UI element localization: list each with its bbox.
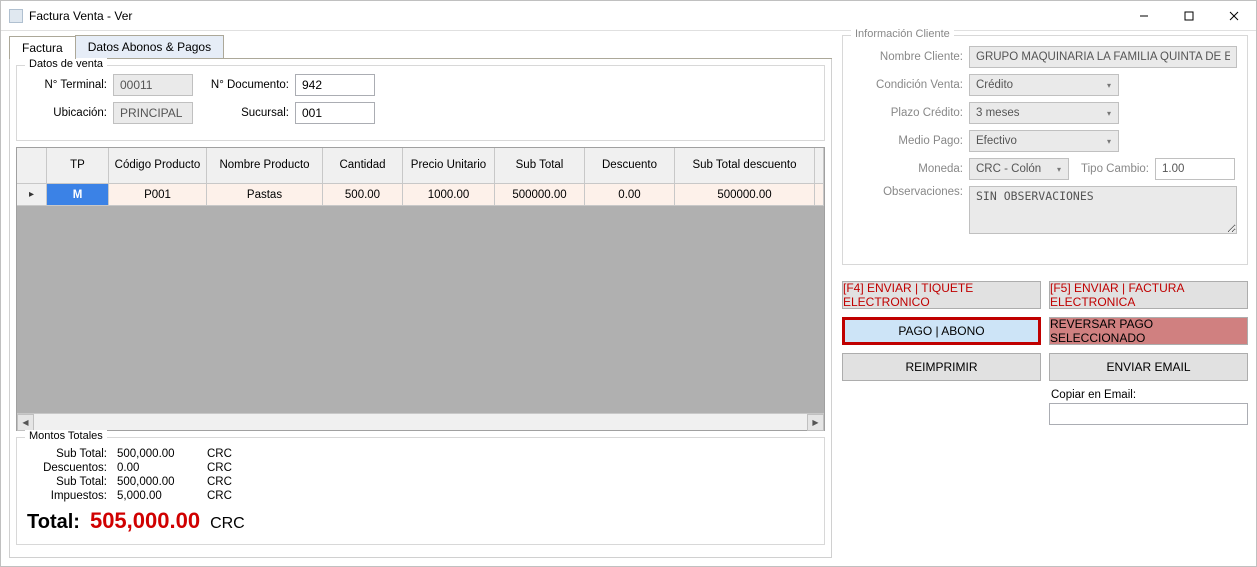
moneda-select[interactable]: CRC - Colón ▾ (969, 158, 1069, 180)
reversar-pago-button[interactable]: REVERSAR PAGO SELECCIONADO (1049, 317, 1248, 345)
subtotal2-label: Sub Total: (27, 476, 107, 488)
ubicacion-label: Ubicación: (27, 107, 107, 119)
cell-descuento[interactable]: 0.00 (585, 184, 675, 206)
col-tp-header[interactable]: TP (47, 148, 109, 184)
col-precio-header[interactable]: Precio Unitario (403, 148, 495, 184)
tab-strip: Factura Datos Abonos & Pagos (9, 35, 832, 59)
chevron-down-icon: ▾ (1052, 162, 1066, 176)
descuentos-value: 0.00 (107, 462, 207, 474)
datos-venta-group: Datos de venta N° Terminal: N° Documento… (16, 65, 825, 141)
tab-abonos-pagos[interactable]: Datos Abonos & Pagos (75, 35, 224, 58)
subtotal-value: 500,000.00 (107, 448, 207, 460)
scroll-right-icon[interactable]: ▶ (807, 414, 824, 431)
subtotal2-currency: CRC (207, 476, 257, 488)
col-subtotal-header[interactable]: Sub Total (495, 148, 585, 184)
observaciones-label: Observaciones: (853, 186, 963, 198)
cell-cantidad[interactable]: 500.00 (323, 184, 403, 206)
window-title: Factura Venta - Ver (29, 9, 132, 23)
cell-subtotaldesc[interactable]: 500000.00 (675, 184, 815, 206)
grid-empty-area (17, 206, 824, 413)
cell-subtotal[interactable]: 500000.00 (495, 184, 585, 206)
total-value: 505,000.00 (90, 508, 200, 534)
app-window: Factura Venta - Ver Factura Datos Abonos… (0, 0, 1257, 567)
grid-horizontal-scrollbar[interactable]: ◀ ▶ (17, 413, 824, 430)
chevron-down-icon: ▾ (1102, 134, 1116, 148)
montos-totales-group: Montos Totales Sub Total: 500,000.00 CRC… (16, 437, 825, 545)
medio-pago-label: Medio Pago: (853, 135, 963, 147)
table-row[interactable]: M P001 Pastas 500.00 1000.00 500000.00 0… (17, 184, 824, 206)
col-cantidad-header[interactable]: Cantidad (323, 148, 403, 184)
datos-venta-legend: Datos de venta (25, 58, 107, 70)
montos-legend: Montos Totales (25, 430, 107, 442)
terminal-field[interactable] (113, 74, 193, 96)
close-icon (1229, 11, 1239, 21)
copiar-email-field[interactable] (1049, 403, 1248, 425)
col-rest-header (815, 148, 824, 184)
observaciones-field[interactable] (969, 186, 1237, 234)
subtotal-label: Sub Total: (27, 448, 107, 460)
cell-tp[interactable]: M (47, 184, 108, 205)
cell-codigo[interactable]: P001 (109, 184, 207, 206)
col-subtotaldesc-header[interactable]: Sub Total descuento (675, 148, 815, 184)
informacion-cliente-group: Información Cliente Nombre Cliente: Cond… (842, 35, 1248, 265)
medio-pago-select[interactable]: Efectivo ▾ (969, 130, 1119, 152)
sucursal-label: Sucursal: (199, 107, 289, 119)
close-button[interactable] (1211, 1, 1256, 30)
maximize-icon (1184, 11, 1194, 21)
pago-abono-button[interactable]: PAGO | ABONO (842, 317, 1041, 345)
grid-row-selector-header (17, 148, 47, 184)
condicion-venta-select[interactable]: Crédito ▾ (969, 74, 1119, 96)
nombre-cliente-label: Nombre Cliente: (853, 51, 963, 63)
grid-header: TP Código Producto Nombre Producto Canti… (17, 148, 824, 184)
total-currency: CRC (210, 515, 245, 533)
documento-label: N° Documento: (199, 79, 289, 91)
moneda-label: Moneda: (853, 163, 963, 175)
plazo-credito-label: Plazo Crédito: (853, 107, 963, 119)
col-nombre-header[interactable]: Nombre Producto (207, 148, 323, 184)
plazo-credito-select[interactable]: 3 meses ▾ (969, 102, 1119, 124)
terminal-label: N° Terminal: (27, 79, 107, 91)
products-grid[interactable]: TP Código Producto Nombre Producto Canti… (16, 147, 825, 431)
col-codigo-header[interactable]: Código Producto (109, 148, 207, 184)
maximize-button[interactable] (1166, 1, 1211, 30)
chevron-down-icon: ▾ (1102, 78, 1116, 92)
tab-factura[interactable]: Factura (9, 36, 76, 59)
scroll-left-icon[interactable]: ◀ (17, 414, 34, 431)
col-descuento-header[interactable]: Descuento (585, 148, 675, 184)
enviar-tiquete-button[interactable]: [F4] ENVIAR | TIQUETE ELECTRONICO (842, 281, 1041, 309)
subtotal-currency: CRC (207, 448, 257, 460)
documento-field[interactable] (295, 74, 375, 96)
tipo-cambio-label: Tipo Cambio: (1069, 163, 1149, 175)
titlebar: Factura Venta - Ver (1, 1, 1256, 31)
sucursal-field[interactable] (295, 102, 375, 124)
condicion-venta-label: Condición Venta: (853, 79, 963, 91)
tipo-cambio-field[interactable] (1155, 158, 1235, 180)
total-label: Total: (27, 511, 80, 534)
cell-precio[interactable]: 1000.00 (403, 184, 495, 206)
impuestos-label: Impuestos: (27, 490, 107, 502)
enviar-factura-button[interactable]: [F5] ENVIAR | FACTURA ELECTRONICA (1049, 281, 1248, 309)
reimprimir-button[interactable]: REIMPRIMIR (842, 353, 1041, 381)
ubicacion-field[interactable] (113, 102, 193, 124)
impuestos-currency: CRC (207, 490, 257, 502)
subtotal2-value: 500,000.00 (107, 476, 207, 488)
cell-nombre[interactable]: Pastas (207, 184, 323, 206)
minimize-icon (1139, 11, 1149, 21)
enviar-email-button[interactable]: ENVIAR EMAIL (1049, 353, 1248, 381)
descuentos-label: Descuentos: (27, 462, 107, 474)
copiar-email-label: Copiar en Email: (1049, 389, 1248, 401)
impuestos-value: 5,000.00 (107, 490, 207, 502)
cliente-legend: Información Cliente (851, 28, 954, 40)
row-indicator-icon (17, 184, 47, 206)
chevron-down-icon: ▾ (1102, 106, 1116, 120)
app-icon (9, 9, 23, 23)
nombre-cliente-field[interactable] (969, 46, 1237, 68)
minimize-button[interactable] (1121, 1, 1166, 30)
descuentos-currency: CRC (207, 462, 257, 474)
